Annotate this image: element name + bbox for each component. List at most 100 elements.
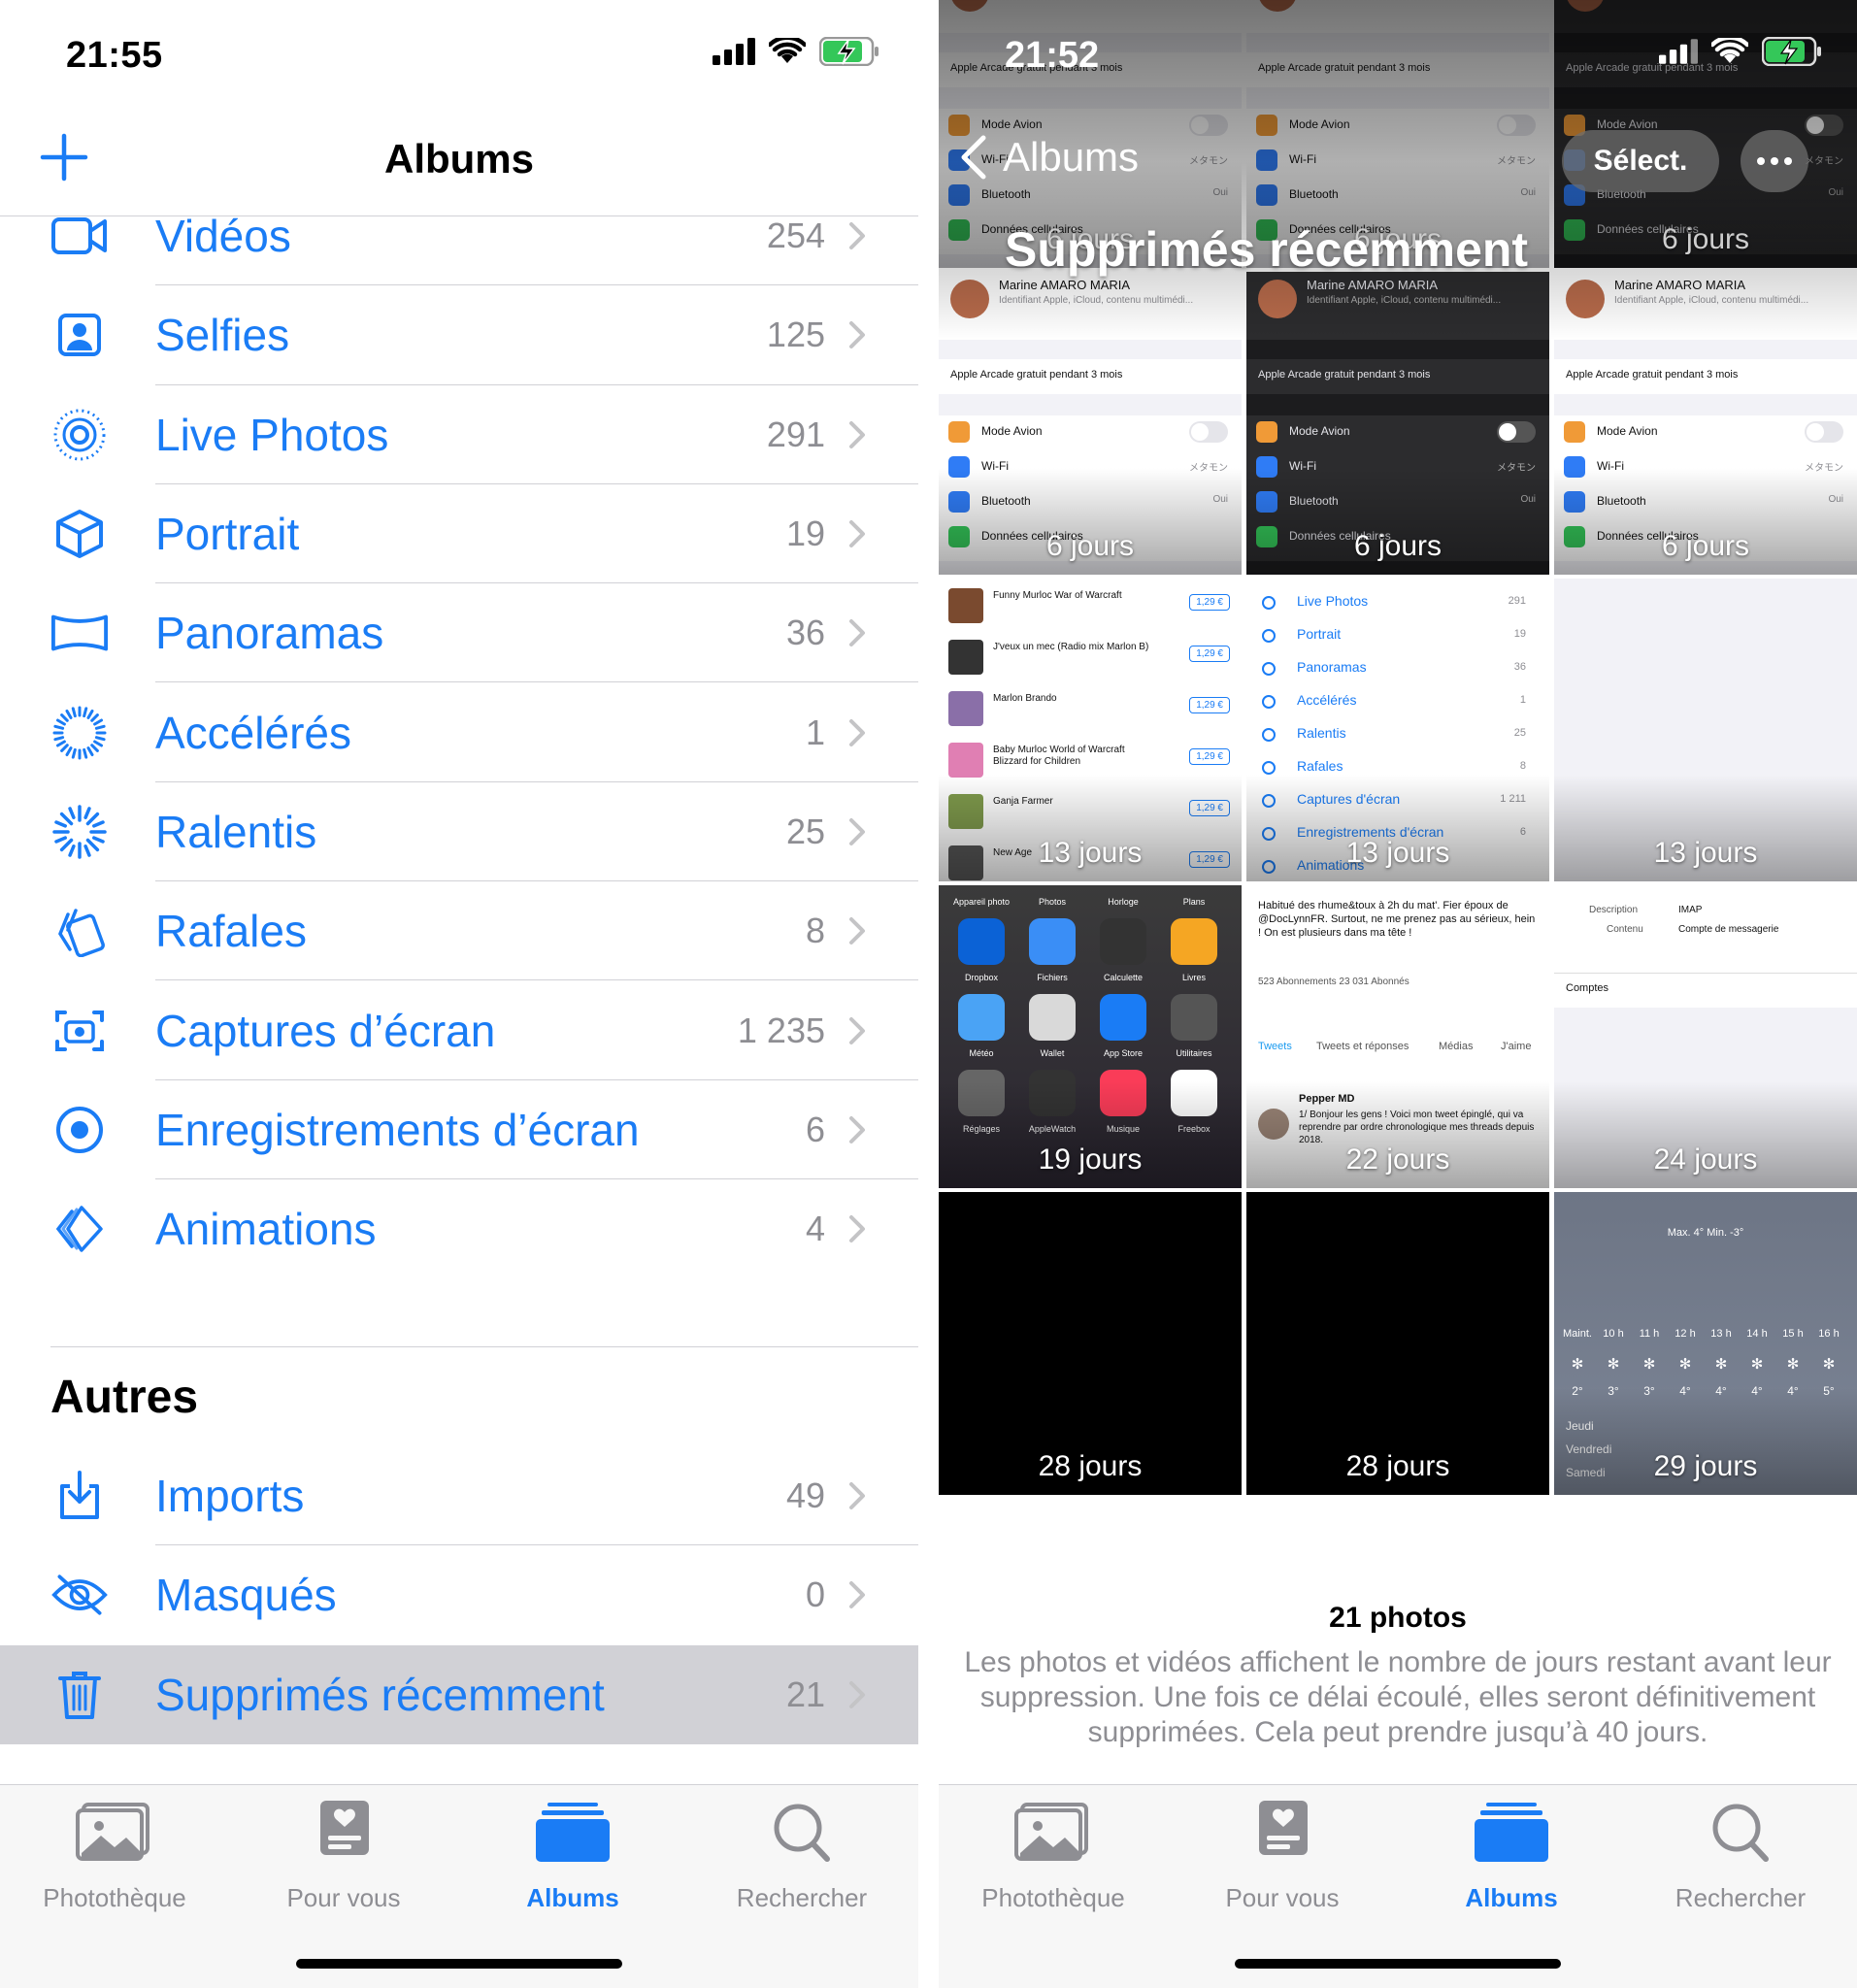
weather-hour: 16 h	[1818, 1328, 1840, 1340]
photo-library-icon	[1014, 1803, 1092, 1867]
tab-pour-vous[interactable]: Pour vous	[229, 1801, 458, 1913]
tab-label: Pour vous	[1225, 1883, 1340, 1912]
tweet-tab: J'aime	[1501, 1041, 1532, 1052]
chevron-right-icon	[849, 1115, 865, 1143]
weather-hour: 13 h	[1710, 1328, 1732, 1340]
deleted-photo-thumbnail[interactable]: 28 jours	[939, 1192, 1242, 1495]
thumb-text: Mode Avion	[1289, 424, 1350, 438]
album-row-animations[interactable]: Animations 4	[0, 1179, 918, 1278]
days-remaining-label: 6 jours	[1353, 530, 1442, 562]
back-button[interactable]: Albums	[958, 134, 1139, 181]
album-row-live-photos[interactable]: Live Photos 291	[0, 385, 918, 484]
album-row-imports[interactable]: Imports 49	[0, 1446, 918, 1546]
app-label: Horloge	[1108, 897, 1139, 907]
tab-bar: Photothèque Pour vous Albums Rechercher	[939, 1784, 1857, 1988]
album-count: 1 235	[737, 1010, 825, 1050]
album-row-rafales[interactable]: Rafales 8	[0, 881, 918, 981]
album-row-portrait[interactable]: Portrait 19	[0, 484, 918, 584]
thumb-album-count: 291	[1508, 595, 1526, 607]
app-label: App Store	[1103, 1048, 1144, 1058]
photo-count: 21 photos	[1329, 1602, 1467, 1634]
album-row-ralentis[interactable]: Ralentis 25	[0, 782, 918, 882]
album-row-supprimes-recemment[interactable]: Supprimés récemment 21	[0, 1644, 918, 1744]
status-icons	[713, 37, 879, 66]
album-count: 36	[785, 613, 825, 653]
app-label: Appareil photo	[952, 897, 1011, 907]
more-options-button[interactable]	[1741, 130, 1808, 192]
album-count: 0	[805, 1574, 825, 1615]
days-remaining-label: 13 jours	[1653, 837, 1758, 869]
home-indicator[interactable]	[296, 1959, 622, 1969]
tab-rechercher[interactable]: Rechercher	[687, 1801, 916, 1913]
album-label: Animations	[155, 1204, 377, 1255]
select-button[interactable]: Sélect.	[1562, 130, 1719, 192]
deleted-photo-thumbnail[interactable]: Habitué des rhume&toux à 2h du mat'. Fie…	[1246, 885, 1549, 1188]
album-label: Rafales	[155, 906, 307, 957]
album-row-captures-d-ecran[interactable]: Captures d’écran 1 235	[0, 980, 918, 1080]
album-row-masques[interactable]: Masqués 0	[0, 1545, 918, 1644]
weather-minmax: Max. 4° Min. -3°	[1667, 1227, 1744, 1239]
thumb-text: Description	[1589, 905, 1639, 915]
album-row-enregistrements-d-ecran[interactable]: Enregistrements d’écran 6	[0, 1080, 918, 1179]
weather-hour: 15 h	[1782, 1328, 1804, 1340]
tab-phototheque[interactable]: Photothèque	[0, 1801, 229, 1913]
days-remaining-label: 6 jours	[1045, 530, 1135, 562]
deleted-photo-thumbnail[interactable]: 13 jours	[1554, 579, 1857, 881]
tab-albums[interactable]: Albums	[1397, 1801, 1626, 1913]
photo-library-icon	[76, 1803, 153, 1867]
days-remaining-label: 24 jours	[1653, 1143, 1758, 1176]
media-types-list: Vidéos 254 Selfies 125 Live Photos 291 P…	[0, 186, 918, 1278]
days-remaining-label: 29 jours	[1653, 1450, 1758, 1482]
tab-label: Photothèque	[981, 1883, 1125, 1912]
deleted-photo-thumbnail[interactable]: Description IMAP Contenu Compte de messa…	[1554, 885, 1857, 1188]
app-label: Calculette	[1103, 973, 1144, 982]
deleted-photo-thumbnail[interactable]: Funny Murloc War of Warcraft 1,29 € J've…	[939, 579, 1242, 881]
thumb-album-label: Ralentis	[1297, 725, 1346, 741]
tweet-bio: Habitué des rhume&toux à 2h du mat'. Fie…	[1258, 900, 1536, 939]
app-label: Plans	[1182, 897, 1206, 907]
thumb-album-count: 8	[1519, 760, 1526, 772]
app-label: Météo	[969, 1048, 994, 1058]
page-title: Supprimés récemment	[1005, 222, 1529, 277]
panel-gap	[918, 0, 939, 1988]
album-count: 19	[785, 514, 825, 554]
album-count: 125	[766, 315, 825, 355]
thumb-album-label: Accélérés	[1297, 692, 1357, 708]
deleted-photo-thumbnail[interactable]: Live Photos 291 Portrait 19 Panoramas 36…	[1246, 579, 1549, 881]
days-remaining-label: 28 jours	[1345, 1450, 1450, 1482]
deleted-photo-thumbnail[interactable]: Appareil photo Photos Horloge Plans Drop…	[939, 885, 1242, 1188]
page-title: Albums	[383, 136, 534, 182]
app-label: Dropbox	[964, 973, 999, 982]
thumb-album-count: 1	[1519, 694, 1526, 706]
search-icon	[1702, 1804, 1779, 1867]
thumb-album-label: Panoramas	[1297, 659, 1367, 675]
app-label: Wallet	[1040, 1048, 1065, 1058]
album-count: 1	[805, 712, 825, 752]
video-icon	[50, 207, 109, 265]
chevron-right-icon	[849, 222, 865, 250]
album-row-selfies[interactable]: Selfies 125	[0, 285, 918, 385]
thumb-text: Mode Avion	[1597, 424, 1658, 438]
album-row-videos[interactable]: Vidéos 254	[0, 186, 918, 286]
album-row-acceleres[interactable]: Accélérés 1	[0, 682, 918, 782]
app-label: Fichiers	[1037, 973, 1068, 982]
chevron-right-icon	[849, 718, 865, 746]
wifi-icon	[769, 38, 806, 63]
tab-albums[interactable]: Albums	[458, 1801, 687, 1913]
tab-pour-vous[interactable]: Pour vous	[1168, 1801, 1397, 1913]
weather-hour: 11 h	[1639, 1328, 1660, 1340]
deleted-photo-thumbnail[interactable]: Max. 4° Min. -3° Maint. ✻ 2°10 h ✻ 3°11 …	[1554, 1192, 1857, 1495]
song-title: Funny Murloc War of Warcraft	[993, 590, 1122, 601]
tweet-tab: Médias	[1439, 1041, 1474, 1052]
tab-rechercher[interactable]: Rechercher	[1626, 1801, 1855, 1913]
deleted-photo-thumbnail[interactable]: 28 jours	[1246, 1192, 1549, 1495]
home-indicator[interactable]	[1235, 1959, 1561, 1969]
tab-phototheque[interactable]: Photothèque	[939, 1801, 1168, 1913]
more-dot-icon	[1757, 157, 1765, 165]
panorama-icon	[50, 604, 109, 662]
album-row-panoramas[interactable]: Panoramas 36	[0, 583, 918, 683]
album-label: Imports	[155, 1471, 305, 1522]
live-photo-icon	[50, 406, 109, 464]
tab-label: Rechercher	[736, 1883, 868, 1912]
others-list: Imports 49 Masqués 0 Supprimés récemment…	[0, 1446, 918, 1744]
